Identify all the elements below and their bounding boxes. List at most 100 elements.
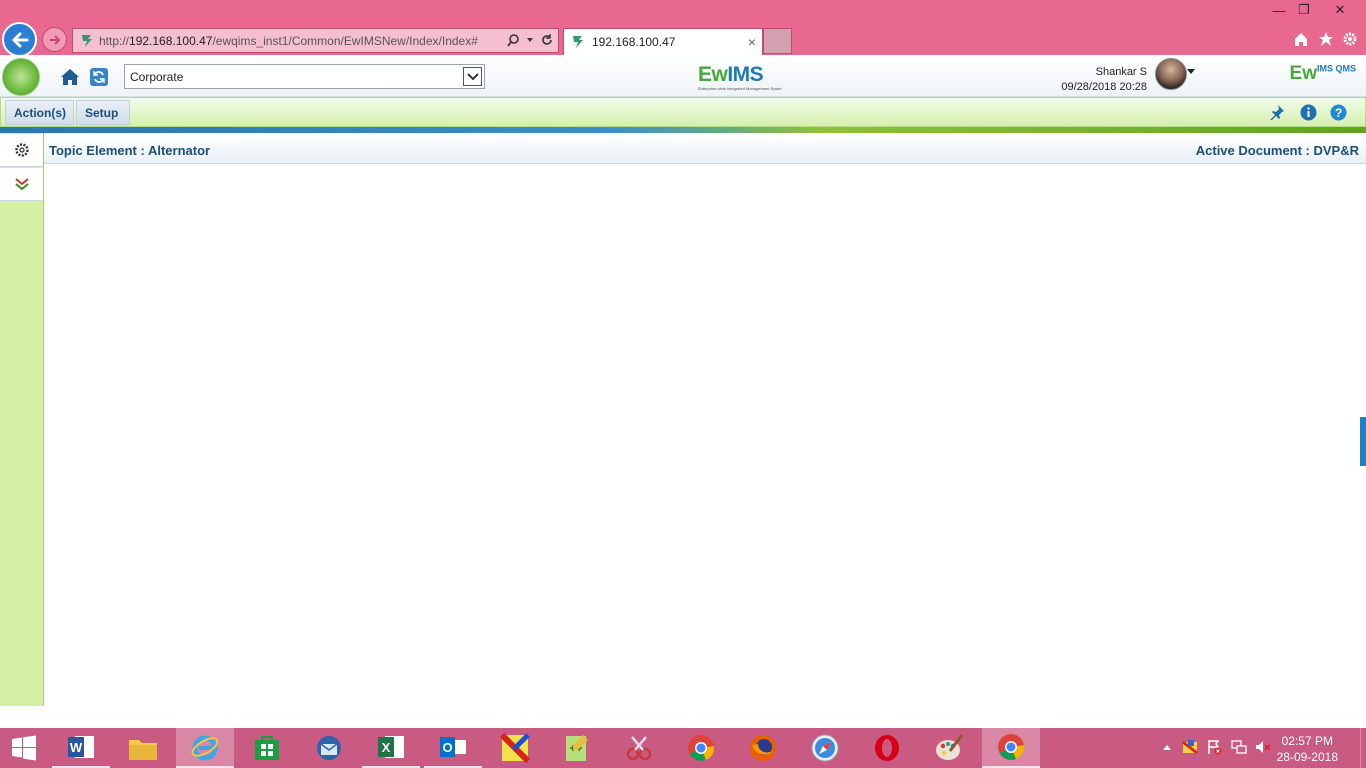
- home-icon[interactable]: [58, 65, 82, 89]
- refresh-icon[interactable]: [87, 65, 111, 89]
- clock-time: 02:57 PM: [1281, 734, 1333, 748]
- internet-explorer-icon: [191, 735, 219, 761]
- expand-button[interactable]: [0, 168, 43, 201]
- word-icon: W: [68, 736, 94, 758]
- url-path: /ewqims_inst1/Common/EwIMSNew/Index/Inde…: [212, 33, 478, 48]
- windows-logo-icon: [12, 735, 36, 761]
- menu-setup-label: Setup: [85, 105, 119, 120]
- settings-gear-icon[interactable]: [1340, 29, 1360, 49]
- back-arrow-icon: [11, 32, 28, 47]
- restore-button[interactable]: ❐: [1289, 0, 1319, 20]
- chrome-icon: [998, 734, 1025, 760]
- taskbar-outlook[interactable]: O: [424, 728, 482, 768]
- tray-app-icon[interactable]: [1181, 738, 1199, 756]
- tray-overflow-chevron-up-icon[interactable]: [1158, 738, 1176, 756]
- back-button[interactable]: [2, 22, 37, 57]
- forward-button[interactable]: [42, 27, 67, 52]
- taskbar-excel[interactable]: X: [362, 728, 420, 768]
- show-desktop-button[interactable]: [1360, 728, 1366, 768]
- address-bar[interactable]: http://192.168.100.47/ewqims_inst1/Commo…: [72, 28, 559, 53]
- double-chevron-down-icon: [14, 178, 29, 191]
- settings-button[interactable]: [0, 134, 43, 167]
- chevron-down-icon[interactable]: [463, 67, 482, 86]
- site-favicon-icon: [82, 34, 92, 47]
- app-logo[interactable]: [2, 58, 40, 96]
- active-document-label: Active Document : DVP&R: [1195, 143, 1359, 158]
- taskbar-word[interactable]: W: [52, 728, 110, 768]
- tray-flag-icon[interactable]: [1206, 738, 1224, 756]
- browser-tab[interactable]: 192.168.100.47 ×: [563, 28, 763, 55]
- ewims-brand-logo: EwIMS: [698, 63, 764, 87]
- forward-arrow-icon: [49, 34, 60, 45]
- svg-text:X: X: [382, 740, 391, 755]
- paint-tool-icon: [500, 733, 530, 763]
- menu-setup[interactable]: Setup: [76, 100, 130, 125]
- address-buttons: [506, 33, 554, 47]
- taskbar-file-explorer[interactable]: [114, 728, 172, 768]
- tray-network-icon[interactable]: [1230, 738, 1248, 756]
- brand-ew: Ew: [698, 63, 728, 86]
- scissors-icon: [626, 736, 652, 761]
- folder-icon: [129, 740, 157, 760]
- taskbar-paint[interactable]: [920, 728, 978, 768]
- brand2-sup: IMS QMS: [1316, 63, 1356, 74]
- brand-tagline: Enterprise-wide Integrated Management Sy…: [698, 86, 782, 91]
- favorites-star-icon[interactable]: [1316, 29, 1336, 49]
- taskbar-firefox[interactable]: [734, 728, 792, 768]
- taskbar-clock[interactable]: 02:57 PM 28-09-2018: [1277, 733, 1338, 765]
- close-glyph: ✕: [1334, 2, 1346, 17]
- location-select-value: Corporate: [130, 69, 184, 84]
- taskbar-notepad-plus[interactable]: ++: [548, 728, 606, 768]
- taskbar-safari[interactable]: [796, 728, 854, 768]
- clock-date: 28-09-2018: [1276, 750, 1338, 764]
- browser-chrome: — ❐ ✕ http://192.168.100.47/ewqims_inst1…: [0, 0, 1366, 57]
- menu-actions[interactable]: Action(s): [5, 100, 74, 125]
- dropdown-icon[interactable]: [526, 36, 534, 44]
- minimize-glyph: —: [1272, 2, 1286, 18]
- menu-bar: Action(s) Setup ?: [0, 97, 1366, 127]
- app-header: Corporate EwIMS Enterprise-wide Integrat…: [0, 55, 1366, 97]
- taskbar-store[interactable]: [238, 728, 296, 768]
- scrollbar-thumb[interactable]: [1360, 417, 1366, 466]
- refresh-icon[interactable]: [540, 33, 554, 47]
- taskbar-chrome-active[interactable]: [982, 728, 1040, 768]
- restore-glyph: ❐: [1298, 2, 1310, 17]
- left-sidebar: [0, 133, 44, 706]
- user-menu-caret-icon[interactable]: [1187, 69, 1195, 74]
- new-tab-button[interactable]: [763, 28, 792, 54]
- taskbar-internet-explorer[interactable]: [176, 728, 234, 768]
- user-info: Shankar S 09/28/2018 20:28: [1061, 65, 1147, 95]
- close-window-button[interactable]: ✕: [1325, 0, 1355, 20]
- help-icon[interactable]: ?: [1329, 103, 1347, 121]
- taskbar-thunderbird[interactable]: [300, 728, 358, 768]
- location-select[interactable]: Corporate: [124, 64, 485, 89]
- taskbar-paint-tool[interactable]: [486, 728, 544, 768]
- taskbar-snipping-tool[interactable]: [610, 728, 668, 768]
- svg-text:O: O: [442, 740, 452, 755]
- url-host: 192.168.100.47: [129, 33, 213, 48]
- topic-element-title: Topic Element : Alternator: [49, 143, 211, 158]
- taskbar-chrome[interactable]: [672, 728, 730, 768]
- chrome-icon: [688, 735, 715, 761]
- svg-text:W: W: [70, 740, 83, 755]
- excel-icon: X: [378, 736, 404, 758]
- panel-titlebar: Topic Element : Alternator Active Docume…: [44, 136, 1366, 164]
- info-icon[interactable]: [1299, 103, 1317, 121]
- tab-close-icon[interactable]: ×: [748, 34, 756, 50]
- avatar[interactable]: [1155, 58, 1187, 90]
- windows-start-button[interactable]: [0, 728, 48, 768]
- home-icon[interactable]: [1291, 29, 1311, 49]
- outlook-icon: O: [440, 737, 466, 757]
- tray-volume-muted-icon[interactable]: [1254, 738, 1272, 756]
- notepad-plus-icon: ++: [566, 735, 588, 761]
- paint-palette-icon: [936, 734, 964, 760]
- opera-icon: [875, 735, 899, 761]
- firefox-icon: [750, 735, 776, 761]
- tab-title: 192.168.100.47: [592, 35, 676, 49]
- header-separator: [0, 127, 1366, 133]
- thunderbird-icon: [317, 736, 341, 760]
- address-url[interactable]: http://192.168.100.47/ewqims_inst1/Commo…: [99, 34, 478, 48]
- search-icon[interactable]: [506, 33, 520, 47]
- taskbar-opera[interactable]: [858, 728, 916, 768]
- pin-icon[interactable]: [1268, 103, 1286, 121]
